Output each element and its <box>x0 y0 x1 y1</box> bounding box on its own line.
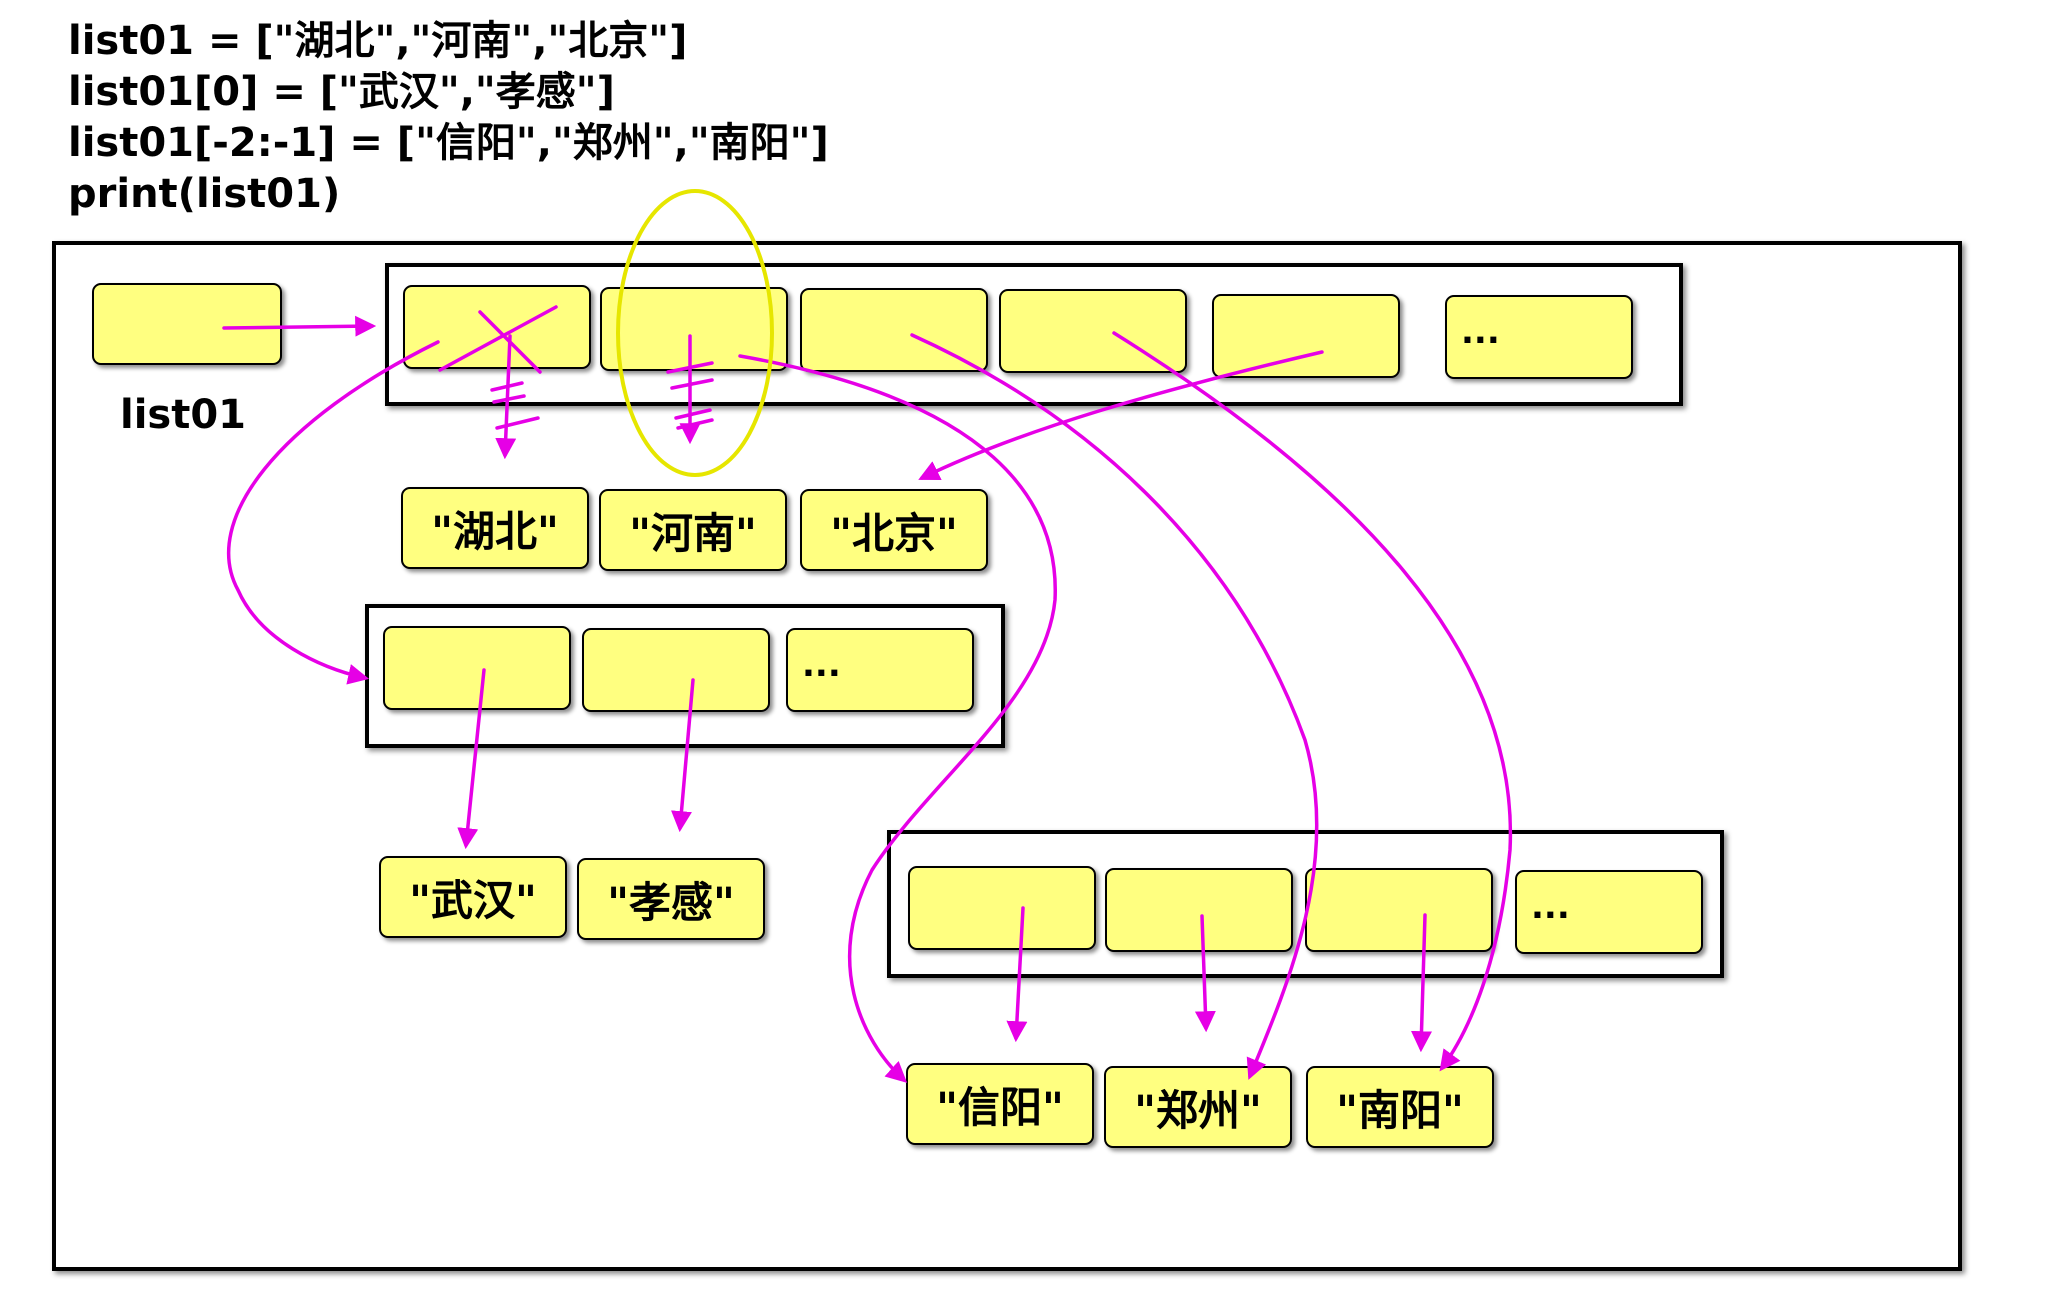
outer-slot-2 <box>800 288 988 372</box>
nested-slot-0 <box>383 626 571 710</box>
outer-slot-1 <box>600 287 788 371</box>
slice-slot-0 <box>908 866 1096 950</box>
string-wuhan: "武汉" <box>379 856 567 938</box>
nested-slot-1 <box>582 628 770 712</box>
code-line-1: list01 = ["湖北","河南","北京"] <box>68 18 688 64</box>
code-line-3: list01[-2:-1] = ["信阳","郑州","南阳"] <box>68 120 829 166</box>
slice-slot-1 <box>1105 868 1293 952</box>
string-nanyang: "南阳" <box>1306 1066 1494 1148</box>
string-hubei: "湖北" <box>401 487 589 569</box>
slice-slot-ellipsis: ... <box>1515 870 1703 954</box>
slice-slot-2 <box>1305 868 1493 952</box>
list01-variable-label: list01 <box>120 392 247 438</box>
list01-variable-cell <box>92 283 282 365</box>
outer-slot-3 <box>999 289 1187 373</box>
string-xiaogan: "孝感" <box>577 858 765 940</box>
nested-slot-ellipsis: ... <box>786 628 974 712</box>
string-xinyang: "信阳" <box>906 1063 1094 1145</box>
string-zhengzhou: "郑州" <box>1104 1066 1292 1148</box>
outer-slot-ellipsis: ... <box>1445 295 1633 379</box>
outer-slot-4 <box>1212 294 1400 378</box>
code-line-2: list01[0] = ["武汉","孝感"] <box>68 69 615 115</box>
code-block: list01 = ["湖北","河南","北京"] list01[0] = ["… <box>68 16 829 220</box>
string-beijing: "北京" <box>800 489 988 571</box>
string-henan: "河南" <box>599 489 787 571</box>
outer-slot-0 <box>403 285 591 369</box>
code-line-4: print(list01) <box>68 171 341 217</box>
